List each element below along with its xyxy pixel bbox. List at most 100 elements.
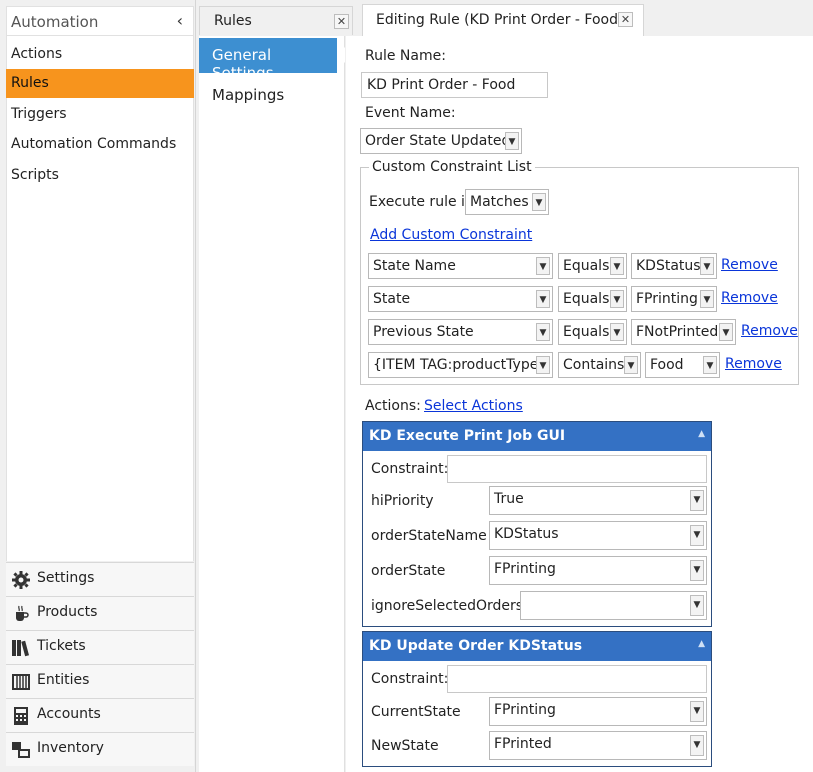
constraint-value-select[interactable]: FNotPrinted ▼: [631, 319, 736, 345]
close-icon[interactable]: ✕: [334, 14, 349, 29]
constraint-operator-select[interactable]: Contains ▼: [558, 352, 641, 378]
sidebar-header[interactable]: Automation ‹: [6, 6, 194, 36]
rule-name-input[interactable]: KD Print Order - Food: [361, 72, 548, 98]
select-value: {ITEM TAG:productType}: [373, 357, 548, 373]
constraint-operator-select[interactable]: Equals ▼: [558, 286, 627, 312]
constraint-field-select[interactable]: State ▼: [368, 286, 553, 312]
param-label: orderState: [371, 563, 446, 579]
action-title: KD Update Order KDStatus: [369, 638, 583, 654]
event-name-select[interactable]: Order State Updated ▼: [360, 128, 522, 154]
nav-label: Entities: [37, 672, 90, 688]
constraint-operator-select[interactable]: Equals ▼: [558, 253, 627, 279]
nav-products[interactable]: Products: [6, 596, 194, 630]
bottom-nav: Settings Products Tickets Entities Accou…: [6, 562, 194, 766]
orderstatename-select[interactable]: KDStatus ▼: [489, 521, 707, 550]
constraint-operator-select[interactable]: Equals ▼: [558, 319, 627, 345]
constraint-value-select[interactable]: FPrinting ▼: [631, 286, 717, 312]
constraint-value-select[interactable]: Food ▼: [645, 352, 720, 378]
ignoreselectedorders-select[interactable]: ▼: [520, 591, 707, 620]
subnav-label: General Settings: [212, 46, 274, 82]
currentstate-select[interactable]: FPrinting ▼: [489, 697, 707, 726]
select-value: Matches: [470, 194, 529, 210]
newstate-select[interactable]: FPrinted ▼: [489, 731, 707, 760]
remove-constraint-link[interactable]: Remove: [721, 257, 778, 273]
nav-settings[interactable]: Settings: [6, 562, 194, 596]
sidebar-item-scripts[interactable]: Scripts: [6, 161, 194, 190]
tab-editing-rule[interactable]: Editing Rule (KD Print Order - Food) ✕: [362, 4, 644, 36]
calculator-icon: [14, 707, 28, 725]
nav-inventory[interactable]: Inventory: [6, 732, 194, 766]
nav-accounts[interactable]: Accounts: [6, 698, 194, 732]
constraint-input[interactable]: [447, 665, 707, 693]
rule-name-label: Rule Name:: [365, 48, 446, 64]
select-value: Food: [650, 357, 684, 373]
nav-label: Products: [37, 604, 98, 620]
sidebar-item-label: Scripts: [11, 167, 59, 183]
select-value: Contains: [563, 357, 625, 373]
select-value: FPrinted: [494, 736, 552, 752]
add-custom-constraint-link[interactable]: Add Custom Constraint: [370, 227, 532, 243]
subnav-label: Mappings: [212, 86, 285, 104]
param-label: hiPriority: [371, 493, 434, 509]
sidebar-item-triggers[interactable]: Triggers: [6, 100, 194, 129]
chevron-down-icon: ▼: [610, 290, 624, 308]
sidebar-item-label: Automation Commands: [11, 136, 177, 152]
collapse-up-icon[interactable]: ▲: [698, 429, 705, 439]
hipriority-select[interactable]: True ▼: [489, 486, 707, 515]
orderstate-select[interactable]: FPrinting ▼: [489, 556, 707, 585]
chevron-down-icon: ▼: [690, 490, 704, 511]
coffee-cup-icon: [16, 605, 29, 621]
action-title: KD Execute Print Job GUI: [369, 428, 566, 444]
stacked-boxes-icon: [12, 742, 30, 758]
constraint-field-select[interactable]: State Name ▼: [368, 253, 553, 279]
collapse-chevron-icon[interactable]: ‹: [177, 11, 183, 30]
gear-icon: [12, 571, 30, 589]
param-label: CurrentState: [371, 704, 461, 720]
chevron-down-icon: ▼: [536, 290, 550, 308]
nav-entities[interactable]: Entities: [6, 664, 194, 698]
chevron-down-icon: ▼: [700, 290, 714, 308]
remove-constraint-link[interactable]: Remove: [741, 323, 798, 339]
sidebar-header-title: Automation: [11, 13, 99, 31]
select-value: State: [373, 291, 411, 307]
nav-label: Inventory: [37, 740, 104, 756]
tab-label: Rules: [214, 13, 252, 29]
select-value: Order State Updated: [365, 133, 511, 149]
select-value: State Name: [373, 258, 456, 274]
chevron-down-icon: ▼: [505, 132, 519, 150]
remove-constraint-link[interactable]: Remove: [721, 290, 778, 306]
execute-rule-select[interactable]: Matches ▼: [465, 189, 549, 215]
chevron-down-icon: ▼: [690, 735, 704, 756]
action-panel-header[interactable]: KD Update Order KDStatus ▲: [363, 632, 711, 661]
constraint-field-select[interactable]: {ITEM TAG:productType} ▼: [368, 352, 553, 378]
subnav-mappings[interactable]: Mappings: [212, 86, 284, 104]
select-value: FPrinting: [494, 702, 556, 718]
constraint-list-legend: Custom Constraint List: [369, 159, 535, 175]
sidebar-item-actions[interactable]: Actions: [6, 40, 194, 69]
constraint-field-select[interactable]: Previous State ▼: [368, 319, 553, 345]
select-value: Equals: [563, 324, 610, 340]
sidebar-item-rules[interactable]: Rules: [6, 69, 194, 98]
select-value: Equals: [563, 258, 610, 274]
collapse-up-icon[interactable]: ▲: [698, 639, 705, 649]
remove-constraint-link[interactable]: Remove: [725, 356, 782, 372]
tab-rules[interactable]: Rules ✕: [199, 6, 353, 35]
subnav-general-settings[interactable]: General Settings: [199, 38, 345, 82]
chevron-down-icon: ▼: [610, 323, 624, 341]
select-actions-link[interactable]: Select Actions: [424, 398, 523, 414]
sidebar-item-label: Triggers: [11, 106, 67, 122]
chevron-down-icon: ▼: [690, 595, 704, 616]
nav-tickets[interactable]: Tickets: [6, 630, 194, 664]
select-value: FNotPrinted: [636, 324, 719, 340]
constraint-value-select[interactable]: KDStatus ▼: [631, 253, 717, 279]
select-value: Previous State: [373, 324, 474, 340]
param-label: ignoreSelectedOrders: [371, 598, 524, 614]
constraint-input[interactable]: [447, 455, 707, 483]
chevron-down-icon: ▼: [536, 323, 550, 341]
sidebar-item-automation-commands[interactable]: Automation Commands: [6, 130, 194, 159]
select-value: FPrinting: [636, 291, 698, 307]
chevron-down-icon: ▼: [690, 525, 704, 546]
event-name-label: Event Name:: [365, 105, 456, 121]
action-panel-header[interactable]: KD Execute Print Job GUI ▲: [363, 422, 711, 451]
close-icon[interactable]: ✕: [618, 12, 633, 27]
